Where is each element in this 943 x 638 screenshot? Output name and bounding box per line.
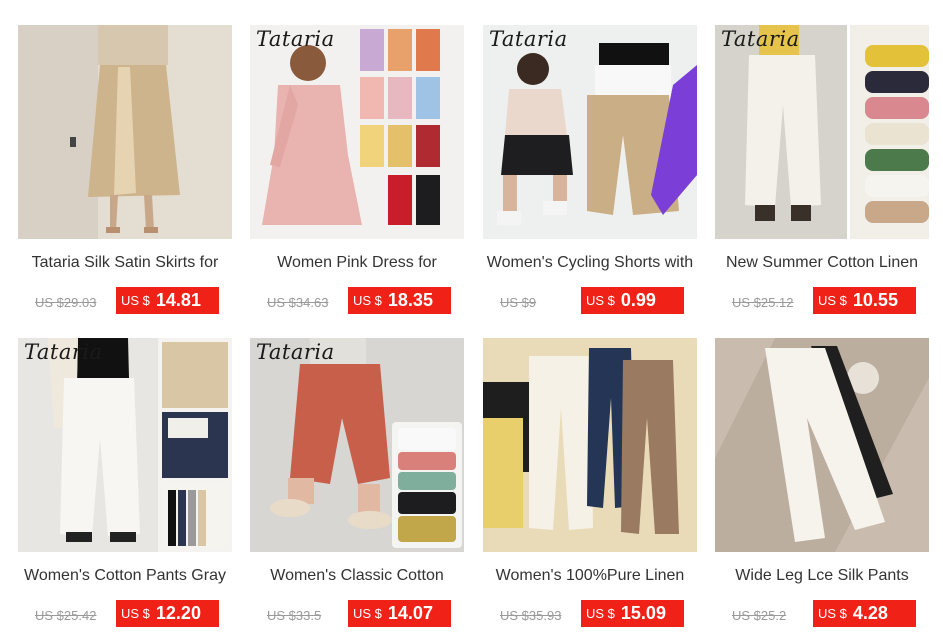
sale-price-badge: US $ 12.20 <box>116 600 219 627</box>
currency-label: US $ <box>818 606 847 621</box>
harem-pants-photo-icon <box>250 338 464 552</box>
original-price: US $25.12 <box>732 295 794 310</box>
product-image[interactable] <box>483 338 697 552</box>
currency-label: US $ <box>353 606 382 621</box>
sale-price-badge: US $ 4.28 <box>813 600 916 627</box>
cotton-pants-photo-icon <box>18 338 232 552</box>
original-price: US $9 <box>500 295 537 310</box>
currency-label: US $ <box>818 293 847 308</box>
product-image[interactable]: Tataria <box>250 338 464 552</box>
sale-price-badge: US $ 0.99 <box>581 287 684 314</box>
product-title[interactable]: Women's Cycling Shorts with <box>477 254 703 272</box>
product-card[interactable]: Tataria Silk Satin Skirts for US $29.03 … <box>18 25 232 325</box>
linen-pants-photo-icon <box>715 25 929 239</box>
sale-price: 0.99 <box>620 290 656 310</box>
silk-pants-photo-icon <box>715 338 929 552</box>
currency-label: US $ <box>353 293 382 308</box>
brand-watermark: Tataria <box>721 27 800 51</box>
original-price: US $25.2 <box>732 608 787 623</box>
currency-label: US $ <box>586 293 615 308</box>
product-card[interactable]: Wide Leg Lce Silk Pants US $25.2 US $ 4.… <box>715 338 929 638</box>
original-price: US $33.5 <box>267 608 322 623</box>
original-price: US $25.42 <box>35 608 97 623</box>
product-image[interactable]: Tataria <box>18 338 232 552</box>
product-card[interactable]: Tataria New Summer Cotton Linen US $25.1… <box>715 25 929 325</box>
product-card[interactable]: Tataria Women's Classic Cotton US $33.5 … <box>250 338 464 638</box>
currency-label: US $ <box>121 293 150 308</box>
product-grid: Tataria Silk Satin Skirts for US $29.03 … <box>0 0 943 636</box>
sale-price: 14.81 <box>155 290 201 310</box>
brand-watermark: Tataria <box>489 27 568 51</box>
product-card[interactable]: Tataria Women Pink Dress for US $34.63 U… <box>250 25 464 325</box>
currency-label: US $ <box>586 606 615 621</box>
product-image[interactable]: Tataria <box>483 25 697 239</box>
product-title[interactable]: Women Pink Dress for <box>244 254 470 272</box>
sale-price-badge: US $ 18.35 <box>348 287 451 314</box>
sale-price-badge: US $ 15.09 <box>581 600 684 627</box>
product-card[interactable]: Tataria Women's Cycling Shorts with US $… <box>483 25 697 325</box>
sale-price: 15.09 <box>620 603 666 623</box>
original-price: US $34.63 <box>267 295 329 310</box>
product-image[interactable] <box>18 25 232 239</box>
pure-linen-pants-photo-icon <box>483 338 697 552</box>
product-image[interactable]: Tataria <box>250 25 464 239</box>
product-image[interactable]: Tataria <box>715 25 929 239</box>
product-title[interactable]: Wide Leg Lce Silk Pants <box>709 567 935 585</box>
cycling-shorts-photo-icon <box>483 25 697 239</box>
product-title[interactable]: New Summer Cotton Linen <box>709 254 935 272</box>
sale-price: 4.28 <box>852 603 888 623</box>
pink-dress-photo-icon <box>250 25 464 239</box>
product-title[interactable]: Tataria Silk Satin Skirts for <box>12 254 238 272</box>
sale-price-badge: US $ 10.55 <box>813 287 916 314</box>
product-title[interactable]: Women's Cotton Pants Gray <box>12 567 238 585</box>
satin-skirt-photo-icon <box>18 25 232 239</box>
product-title[interactable]: Women's 100%Pure Linen <box>477 567 703 585</box>
brand-watermark: Tataria <box>256 340 335 364</box>
currency-label: US $ <box>121 606 150 621</box>
sale-price: 14.07 <box>387 603 433 623</box>
brand-watermark: Tataria <box>256 27 335 51</box>
sale-price: 18.35 <box>387 290 433 310</box>
sale-price: 10.55 <box>852 290 898 310</box>
sale-price-badge: US $ 14.81 <box>116 287 219 314</box>
product-image[interactable] <box>715 338 929 552</box>
product-card[interactable]: Women's 100%Pure Linen US $35.93 US $ 15… <box>483 338 697 638</box>
sale-price-badge: US $ 14.07 <box>348 600 451 627</box>
sale-price: 12.20 <box>155 603 201 623</box>
original-price: US $29.03 <box>35 295 97 310</box>
brand-watermark: Tataria <box>24 340 103 364</box>
product-card[interactable]: Tataria Women's Cotton Pants Gray US $25… <box>18 338 232 638</box>
product-title[interactable]: Women's Classic Cotton <box>244 567 470 585</box>
original-price: US $35.93 <box>500 608 562 623</box>
